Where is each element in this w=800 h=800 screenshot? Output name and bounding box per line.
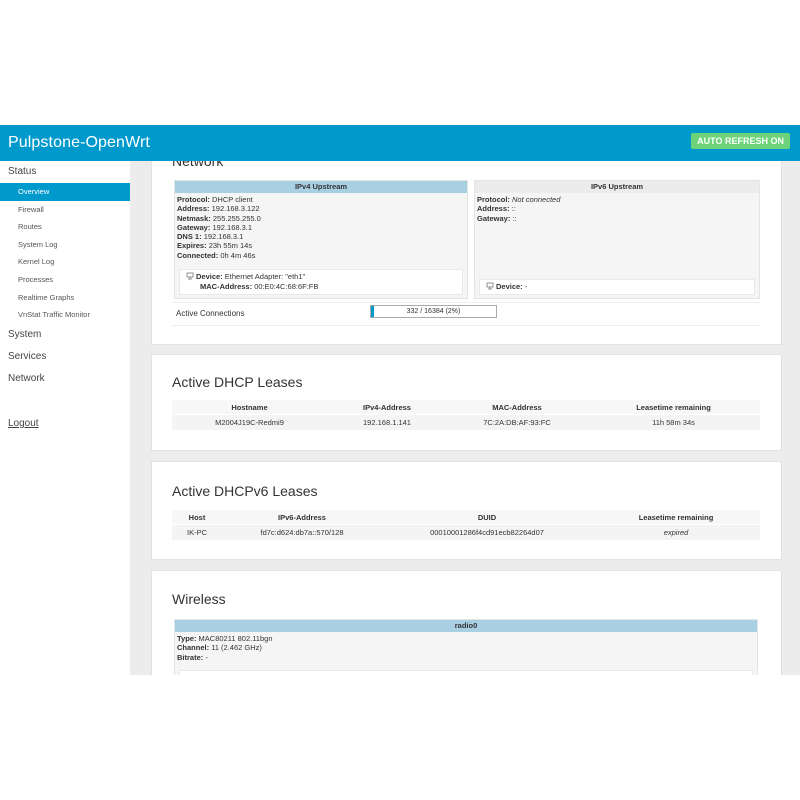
dhcpv6-leases-title: Active DHCPv6 Leases (172, 483, 318, 499)
col-leasetime: Leasetime remaining (636, 402, 711, 412)
ipv4-netmask: Netmask: 255.255.255.0 (177, 213, 261, 223)
ipv6-upstream-box: IPv6 Upstream Protocol: Not connected Ad… (474, 180, 760, 299)
ipv6-device-panel: Device: - (479, 279, 755, 295)
ipv4-gateway: Gateway: 192.168.3.1 (177, 222, 253, 232)
sidebar-group-services[interactable]: Services (0, 346, 130, 368)
top-bar: Pulpstone-OpenWrt AUTO REFRESH ON (0, 125, 800, 161)
sidebar-item-realtime-graphs[interactable]: Realtime Graphs (0, 289, 130, 307)
network-card: Network IPv4 Upstream Protocol: DHCP cli… (151, 161, 782, 345)
ipv4-address: Address: 192.168.3.122 (177, 204, 260, 214)
ipv4-expires: Expires: 23h 55m 14s (177, 241, 253, 251)
cell-host: IK-PC (186, 528, 207, 537)
sidebar-item-system-log[interactable]: System Log (0, 236, 130, 254)
sidebar-item-vnstat[interactable]: VnStat Traffic Monitor (0, 306, 130, 324)
table-header: Host IPv6-Address DUID Leasetime remaini… (172, 510, 760, 524)
sidebar: Status Overview Firewall Routes System L… (0, 161, 130, 675)
network-device-icon (186, 272, 194, 280)
cell-ipv4: 192.168.1.141 (363, 418, 411, 427)
wireless-card: Wireless radio0 Type: MAC80211 802.11bgn… (151, 570, 782, 675)
col-mac: MAC-Address (492, 402, 542, 412)
table-row: M2004J19C-Redmi9 192.168.1.141 7C:2A:DB:… (172, 414, 760, 430)
col-hostname: Hostname (231, 402, 268, 412)
cell-hostname: M2004J19C-Redmi9 (215, 418, 284, 427)
cell-ipv6: fd7c:d624:db7a::570/128 (260, 528, 344, 537)
wireless-channel: Channel: 11 (2.462 GHz) (177, 643, 262, 653)
dhcp-leases-card: Active DHCP Leases Hostname IPv4-Address… (151, 354, 782, 451)
wireless-type: Type: MAC80211 802.11bgn (177, 634, 273, 643)
dhcp-leases-table: Hostname IPv4-Address MAC-Address Leaset… (172, 400, 760, 430)
dhcpv6-leases-card: Active DHCPv6 Leases Host IPv6-Address D… (151, 461, 782, 560)
sidebar-item-routes[interactable]: Routes (0, 218, 130, 236)
wireless-bitrate: Bitrate: - (177, 652, 208, 662)
ipv6-device: Device: - (480, 280, 754, 292)
active-connections-fill (371, 306, 374, 317)
dhcpv6-leases-table: Host IPv6-Address DUID Leasetime remaini… (172, 510, 760, 540)
ipv4-dns: DNS 1: 192.168.3.1 (177, 232, 244, 242)
ipv4-device-panel: Device: Ethernet Adapter: "eth1" MAC-Add… (179, 269, 463, 295)
col-ipv4: IPv4-Address (363, 402, 411, 412)
cell-leasetime: 11h 58m 34s (652, 418, 695, 427)
brand-title[interactable]: Pulpstone-OpenWrt (8, 134, 150, 152)
sidebar-item-processes[interactable]: Processes (0, 271, 130, 289)
cell-leasetime: expired (663, 528, 689, 537)
active-connections-text: 332 / 16384 (2%) (406, 308, 461, 315)
ipv6-upstream-header: IPv6 Upstream (475, 181, 759, 193)
ipv6-protocol: Protocol: Not connected (477, 195, 561, 204)
sidebar-item-kernel-log[interactable]: Kernel Log (0, 253, 130, 271)
active-connections-label: Active Connections (176, 309, 245, 318)
sidebar-item-firewall[interactable]: Firewall (0, 201, 130, 219)
cell-mac: 7C:2A:DB:AF:93:FC (483, 418, 551, 427)
ipv4-upstream-box: IPv4 Upstream Protocol: DHCP client Addr… (174, 180, 468, 299)
network-device-icon (486, 282, 494, 290)
col-ipv6: IPv6-Address (278, 512, 326, 522)
col-leasetime: Leasetime remaining (638, 512, 714, 522)
dhcp-leases-title: Active DHCP Leases (172, 374, 303, 390)
auto-refresh-button[interactable]: AUTO REFRESH ON (691, 133, 790, 149)
col-host: Host (188, 512, 206, 522)
wireless-title: Wireless (172, 591, 226, 607)
ipv4-upstream-header: IPv4 Upstream (175, 181, 467, 193)
sidebar-group-network[interactable]: Network (0, 368, 130, 390)
ipv4-connected: Connected: 0h 4m 46s (177, 250, 256, 260)
main-content: Network IPv4 Upstream Protocol: DHCP cli… (130, 161, 800, 675)
screen: Pulpstone-OpenWrt AUTO REFRESH ON Status… (0, 125, 800, 675)
ipv6-gateway: Gateway: :: (477, 213, 517, 223)
table-header: Hostname IPv4-Address MAC-Address Leaset… (172, 400, 760, 414)
active-connections-progress: 332 / 16384 (2%) (370, 305, 497, 318)
sidebar-item-overview[interactable]: Overview (0, 183, 130, 201)
sidebar-group-system[interactable]: System (0, 324, 130, 346)
ipv4-protocol: Protocol: DHCP client (177, 195, 253, 204)
network-title: Network (172, 161, 224, 169)
ipv4-device: Device: Ethernet Adapter: "eth1" (186, 272, 462, 282)
col-duid: DUID (477, 512, 497, 522)
wireless-ssid-panel (179, 670, 753, 675)
wireless-radio-header: radio0 (175, 620, 757, 632)
logout-link[interactable]: Logout (0, 418, 130, 429)
sidebar-group-status[interactable]: Status (0, 161, 130, 183)
table-row: IK-PC fd7c:d624:db7a::570/128 0001000128… (172, 524, 760, 540)
wireless-radio-box: radio0 Type: MAC80211 802.11bgn Channel:… (174, 619, 758, 675)
cell-duid: 00010001286f4cd91ecb82264d07 (430, 528, 544, 537)
ipv4-mac: MAC-Address: 00:E0:4C:68:6F:FB (200, 281, 319, 291)
ipv6-address: Address: :: (477, 204, 516, 214)
